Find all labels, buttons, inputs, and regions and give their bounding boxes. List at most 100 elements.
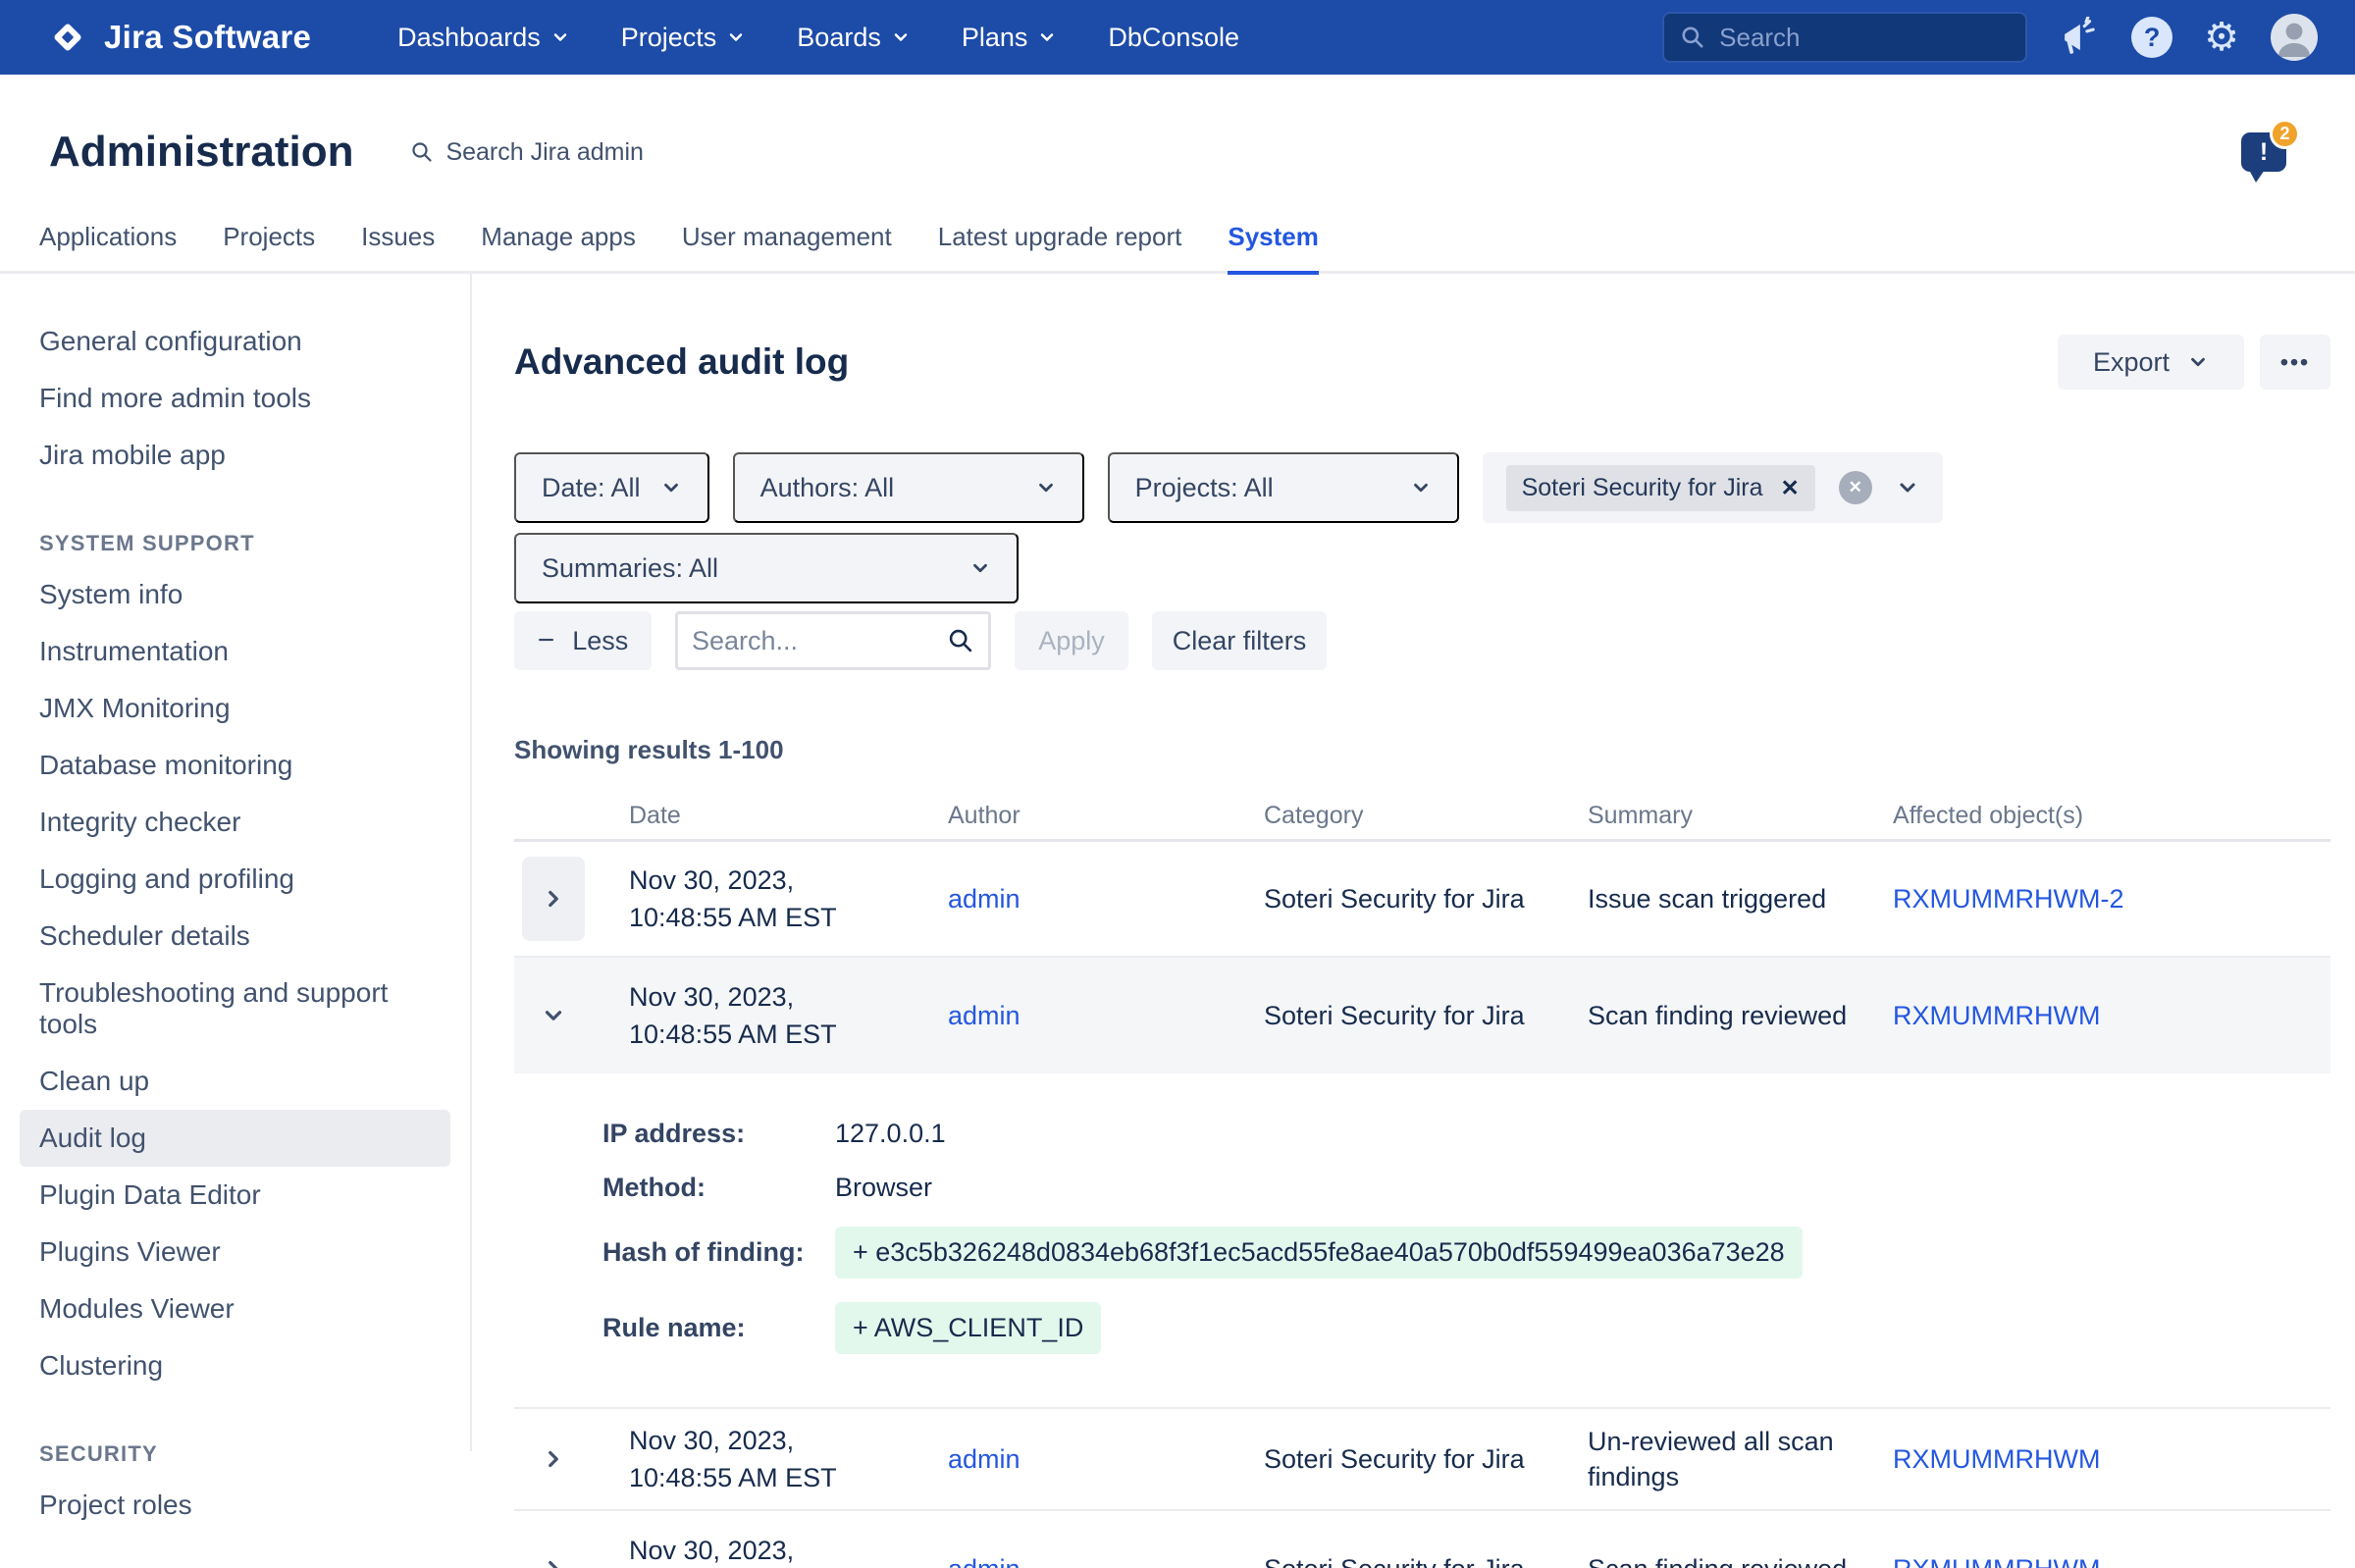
gear-icon[interactable]: ⚙ [2204,18,2239,57]
collapse-row-button[interactable] [522,973,585,1058]
sidebar-item-instrumentation[interactable]: Instrumentation [0,623,470,680]
chevron-down-icon [1896,476,1919,499]
navbar-right: ? ⚙ [1662,12,2318,63]
col-header-author: Author [948,802,1264,830]
tab-system[interactable]: System [1228,222,1319,271]
sidebar-item-plugins-viewer[interactable]: Plugins Viewer [0,1224,470,1281]
nav-plans[interactable]: Plans [962,23,1058,53]
sidebar-item-scheduler-details[interactable]: Scheduler details [0,908,470,965]
author-link[interactable]: admin [948,1444,1020,1474]
audit-search-box[interactable] [675,611,991,670]
sidebar-section-system-support: SYSTEM SUPPORT [0,521,470,566]
sidebar-item-database-monitoring[interactable]: Database monitoring [0,737,470,794]
minus-icon: − [538,626,555,655]
admin-search[interactable]: Search Jira admin [410,138,643,167]
clear-all-icon[interactable]: ✕ [1839,471,1872,504]
help-icon[interactable]: ? [2131,17,2172,58]
tab-manage-apps[interactable]: Manage apps [481,222,636,271]
chevron-down-icon [891,27,911,47]
admin-tabs: Applications Projects Issues Manage apps… [0,177,2355,274]
row-category: Soteri Security for Jira [1264,1001,1588,1031]
row-category: Soteri Security for Jira [1264,884,1588,915]
author-link[interactable]: admin [948,1554,1020,1568]
affected-object-link[interactable]: RXMUMMRHWM [1893,1444,2100,1474]
sidebar-item-troubleshooting[interactable]: Troubleshooting and support tools [0,965,470,1053]
global-search[interactable] [1662,12,2027,63]
ellipsis-icon: ••• [2280,349,2310,376]
chevron-down-icon [550,27,570,47]
chevron-right-icon [541,1556,566,1568]
admin-search-label: Search Jira admin [445,138,643,167]
sidebar-item-jira-mobile-app[interactable]: Jira mobile app [0,427,470,484]
sidebar-item-audit-log[interactable]: Audit log [20,1110,450,1167]
expand-row-button[interactable] [522,1527,585,1568]
nav-projects[interactable]: Projects [621,23,747,53]
main-content: Advanced audit log Export ••• Date: All … [472,274,2355,1451]
less-filters-button[interactable]: − Less [514,611,652,670]
author-link[interactable]: admin [948,884,1020,914]
sidebar-item-clean-up[interactable]: Clean up [0,1053,470,1110]
search-icon [410,140,434,164]
jira-logo[interactable]: Jira Software [47,17,311,58]
author-link[interactable]: admin [948,1001,1020,1030]
top-navbar: Jira Software Dashboards Projects Boards… [0,0,2355,75]
global-search-input[interactable] [1719,23,2010,53]
sidebar-item-integrity-checker[interactable]: Integrity checker [0,794,470,851]
sidebar-item-plugin-data-editor[interactable]: Plugin Data Editor [0,1167,470,1224]
expand-row-button[interactable] [522,1417,585,1501]
row-summary: Scan finding reviewed [1588,1551,1893,1568]
row-category: Soteri Security for Jira [1264,1554,1588,1568]
notification-count-badge: 2 [2270,119,2300,149]
audit-search-input[interactable] [692,626,947,656]
user-avatar[interactable] [2271,14,2318,61]
col-header-summary: Summary [1588,802,1893,830]
chevron-down-icon [1037,27,1057,47]
apply-button[interactable]: Apply [1015,611,1128,670]
col-header-affected-objects: Affected object(s) [1893,802,2330,830]
detail-label-method: Method: [602,1173,835,1203]
main-nav: Dashboards Projects Boards Plans DbConso… [397,23,1239,53]
row-summary: Scan finding reviewed [1588,998,1893,1033]
more-actions-button[interactable]: ••• [2260,335,2330,390]
sidebar-item-modules-viewer[interactable]: Modules Viewer [0,1281,470,1337]
affected-object-link[interactable]: RXMUMMRHWM-2 [1893,884,2123,914]
chevron-down-icon [541,1003,566,1028]
sidebar-item-clustering[interactable]: Clustering [0,1337,470,1394]
clear-filters-button[interactable]: Clear filters [1152,611,1327,670]
page-title: Administration [49,128,353,177]
chevron-down-icon [726,27,746,47]
sidebar-item-find-more-admin-tools[interactable]: Find more admin tools [0,370,470,427]
sidebar-item-general-configuration[interactable]: General configuration [0,313,470,370]
nav-dashboards[interactable]: Dashboards [397,23,570,53]
chevron-down-icon [969,557,991,579]
tab-projects[interactable]: Projects [223,222,315,271]
col-header-category: Category [1264,802,1588,830]
projects-filter-dropdown[interactable]: Projects: All [1108,452,1459,523]
remove-chip-icon[interactable]: ✕ [1780,475,1799,501]
sidebar-item-project-roles[interactable]: Project roles [0,1477,470,1534]
admin-header: Administration Search Jira admin ! 2 [0,75,2355,177]
tab-user-management[interactable]: User management [682,222,892,271]
authors-filter-dropdown[interactable]: Authors: All [733,452,1084,523]
affected-object-link[interactable]: RXMUMMRHWM [1893,1554,2100,1568]
announcements-icon[interactable] [2059,17,2100,58]
expand-row-button[interactable] [522,857,585,941]
sidebar-item-logging-and-profiling[interactable]: Logging and profiling [0,851,470,908]
row-details-panel: IP address: 127.0.0.1 Method: Browser Ha… [514,1073,2330,1409]
tab-latest-upgrade-report[interactable]: Latest upgrade report [938,222,1182,271]
date-filter-dropdown[interactable]: Date: All [514,452,709,523]
sidebar-item-jmx-monitoring[interactable]: JMX Monitoring [0,680,470,737]
chevron-down-icon [1410,477,1432,498]
summaries-filter-dropdown[interactable]: Summaries: All [514,533,1019,603]
table-row-expanded: Nov 30, 2023, 10:48:55 AM EST admin Sote… [514,958,2330,1073]
notifications-button[interactable]: ! 2 [2241,132,2286,172]
tab-applications[interactable]: Applications [39,222,177,271]
tab-issues[interactable]: Issues [361,222,435,271]
affected-object-link[interactable]: RXMUMMRHWM [1893,1001,2100,1030]
export-button[interactable]: Export [2058,335,2244,390]
categories-filter-dropdown[interactable]: Soteri Security for Jira ✕ ✕ [1483,452,1943,523]
nav-dbconsole[interactable]: DbConsole [1108,23,1239,53]
nav-boards[interactable]: Boards [797,23,911,53]
sidebar-item-system-info[interactable]: System info [0,566,470,623]
row-summary: Issue scan triggered [1588,881,1893,916]
